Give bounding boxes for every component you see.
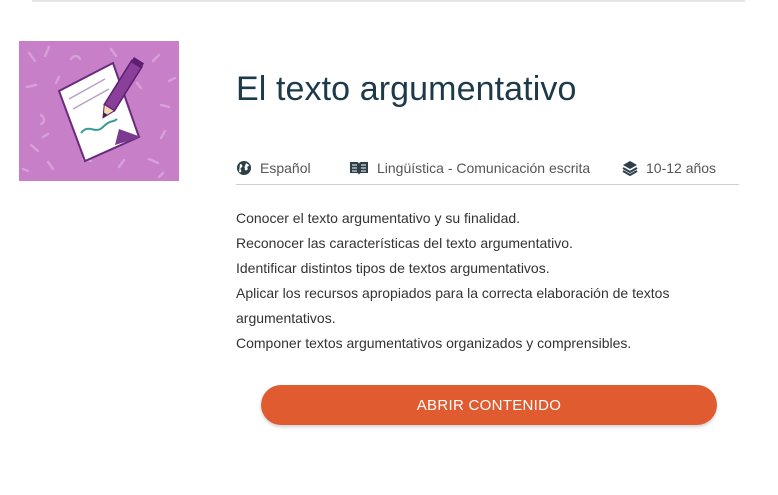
- layers-icon: [622, 161, 638, 176]
- objective-item: Conocer el texto argumentativo y su fina…: [236, 210, 521, 226]
- book-icon: [350, 162, 368, 175]
- meta-age-label: 10-12 años: [646, 160, 717, 176]
- page-title: El texto argumentativo: [236, 70, 577, 108]
- objectives-list: Conocer el texto argumentativo y su fina…: [236, 206, 696, 356]
- top-divider: [32, 0, 745, 2]
- objective-item: Aplicar los recursos apropiados para la …: [236, 285, 670, 326]
- course-thumbnail: [19, 41, 179, 181]
- writing-paper-pencil-icon: [21, 45, 177, 179]
- meta-language: Español: [236, 158, 311, 178]
- objective-item: Componer textos argumentativos organizad…: [236, 335, 632, 351]
- course-meta-bar: Español Lingüística - Comunicación escri…: [236, 158, 739, 185]
- meta-language-label: Español: [260, 160, 311, 176]
- globe-icon: [237, 161, 251, 175]
- open-content-button[interactable]: ABRIR CONTENIDO: [261, 385, 717, 425]
- objective-item: Identificar distintos tipos de textos ar…: [236, 260, 550, 276]
- meta-subject: Lingüística - Comunicación escrita: [349, 158, 590, 178]
- meta-age: 10-12 años: [622, 158, 716, 178]
- objective-item: Reconocer las características del texto …: [236, 235, 573, 251]
- meta-subject-label: Lingüística - Comunicación escrita: [377, 160, 591, 176]
